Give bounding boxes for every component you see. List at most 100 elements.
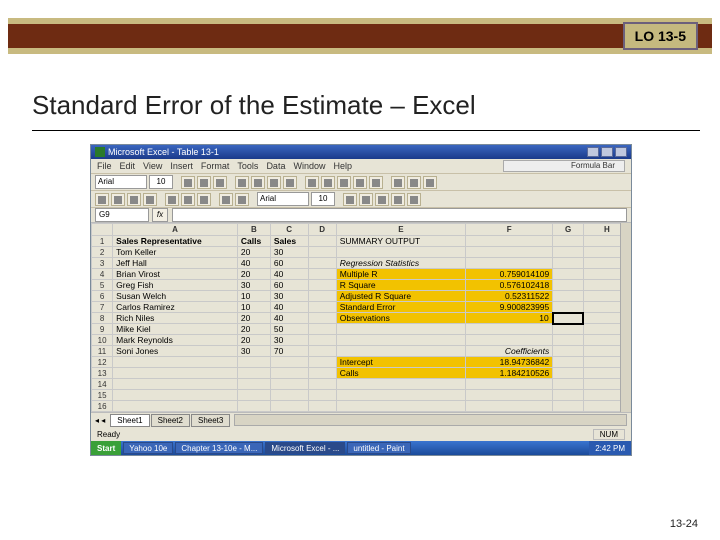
sheet-tab-3[interactable]: Sheet3 — [191, 414, 230, 427]
row-header[interactable]: 16 — [92, 401, 113, 412]
cell[interactable] — [553, 247, 584, 258]
cell[interactable] — [308, 401, 336, 412]
cell[interactable]: Brian Virost — [113, 269, 238, 280]
cell[interactable]: 40 — [270, 269, 308, 280]
system-tray[interactable]: 2:42 PM — [589, 441, 631, 455]
cell[interactable] — [270, 368, 308, 379]
cell[interactable] — [553, 346, 584, 357]
new-button[interactable] — [95, 193, 109, 206]
font-name-box-1[interactable]: Arial — [95, 175, 147, 189]
font-size-box-2[interactable]: 10 — [311, 192, 335, 206]
row-header[interactable]: 12 — [92, 357, 113, 368]
merge-button[interactable] — [283, 176, 297, 189]
cell[interactable] — [270, 390, 308, 401]
row-header[interactable]: 1 — [92, 236, 113, 247]
copy-button[interactable] — [181, 193, 195, 206]
cell[interactable] — [308, 302, 336, 313]
cell[interactable]: 40 — [270, 302, 308, 313]
save-button[interactable] — [127, 193, 141, 206]
taskbar-item[interactable]: Microsoft Excel - ... — [265, 442, 345, 454]
col-header-E[interactable]: E — [336, 224, 465, 236]
font-name-box-2[interactable]: Arial — [257, 192, 309, 206]
cell[interactable]: 40 — [270, 313, 308, 324]
cell[interactable]: 10 — [237, 302, 270, 313]
cell[interactable]: 10 — [466, 313, 553, 324]
cell[interactable] — [553, 269, 584, 280]
cell[interactable]: 60 — [270, 280, 308, 291]
cell[interactable]: Mike Kiel — [113, 324, 238, 335]
row-header[interactable]: 4 — [92, 269, 113, 280]
cell[interactable] — [308, 346, 336, 357]
fx-button[interactable]: fx — [152, 208, 168, 222]
cell[interactable]: Sales — [270, 236, 308, 247]
cell[interactable] — [553, 379, 584, 390]
fill-color-button[interactable] — [407, 176, 421, 189]
undo-button[interactable] — [219, 193, 233, 206]
name-box[interactable]: G9 — [95, 208, 149, 222]
col-header-F[interactable]: F — [466, 224, 553, 236]
start-button[interactable]: Start — [91, 441, 121, 455]
cell[interactable]: Rich Niles — [113, 313, 238, 324]
sort-desc-button[interactable] — [375, 193, 389, 206]
comma-button[interactable] — [337, 176, 351, 189]
sheet-tab-2[interactable]: Sheet2 — [151, 414, 190, 427]
menu-view[interactable]: View — [143, 161, 162, 171]
chart-wizard-button[interactable] — [391, 193, 405, 206]
cell[interactable] — [466, 335, 553, 346]
cell[interactable]: Mark Reynolds — [113, 335, 238, 346]
increase-decimal-button[interactable] — [353, 176, 367, 189]
row-header[interactable]: 2 — [92, 247, 113, 258]
underline-button[interactable] — [213, 176, 227, 189]
cell[interactable] — [336, 401, 465, 412]
cell[interactable] — [553, 291, 584, 302]
cell[interactable]: 0.52311522 — [466, 291, 553, 302]
taskbar-item[interactable]: Yahoo 10e — [123, 442, 173, 454]
paste-button[interactable] — [197, 193, 211, 206]
cell[interactable] — [466, 379, 553, 390]
horizontal-scrollbar[interactable] — [234, 414, 627, 426]
menu-help[interactable]: Help — [333, 161, 352, 171]
cell[interactable]: 20 — [237, 269, 270, 280]
cell[interactable] — [336, 346, 465, 357]
cell[interactable] — [270, 401, 308, 412]
cell[interactable]: 20 — [237, 247, 270, 258]
open-button[interactable] — [111, 193, 125, 206]
cell[interactable] — [336, 324, 465, 335]
worksheet-grid[interactable]: ABCDEFGH1Sales RepresentativeCallsSalesS… — [91, 223, 631, 431]
cell[interactable] — [553, 401, 584, 412]
cell[interactable] — [553, 335, 584, 346]
col-header-G[interactable]: G — [553, 224, 584, 236]
cell[interactable] — [308, 236, 336, 247]
cell[interactable]: Multiple R — [336, 269, 465, 280]
align-left-button[interactable] — [235, 176, 249, 189]
cell[interactable]: 50 — [270, 324, 308, 335]
cell[interactable] — [466, 258, 553, 269]
cell[interactable] — [336, 379, 465, 390]
cell[interactable] — [237, 401, 270, 412]
borders-button[interactable] — [391, 176, 405, 189]
row-header[interactable]: 8 — [92, 313, 113, 324]
cell[interactable] — [308, 269, 336, 280]
cell[interactable] — [336, 335, 465, 346]
cell[interactable] — [308, 379, 336, 390]
cell[interactable]: Intercept — [336, 357, 465, 368]
cell[interactable]: 30 — [237, 280, 270, 291]
cell[interactable]: SUMMARY OUTPUT — [336, 236, 465, 247]
cell[interactable]: Soni Jones — [113, 346, 238, 357]
cell[interactable]: R Square — [336, 280, 465, 291]
cell[interactable]: Calls — [336, 368, 465, 379]
row-header[interactable]: 13 — [92, 368, 113, 379]
menu-tools[interactable]: Tools — [237, 161, 258, 171]
font-size-box-1[interactable]: 10 — [149, 175, 173, 189]
menu-window[interactable]: Window — [293, 161, 325, 171]
sheet-tab-1[interactable]: Sheet1 — [110, 414, 149, 427]
cell[interactable]: Greg Fish — [113, 280, 238, 291]
cell[interactable] — [113, 357, 238, 368]
formula-input[interactable] — [172, 208, 627, 222]
taskbar-item[interactable]: untitled - Paint — [347, 442, 410, 454]
cell[interactable] — [308, 280, 336, 291]
bold-button[interactable] — [181, 176, 195, 189]
cell[interactable] — [308, 258, 336, 269]
cell[interactable] — [308, 313, 336, 324]
cell[interactable] — [237, 368, 270, 379]
